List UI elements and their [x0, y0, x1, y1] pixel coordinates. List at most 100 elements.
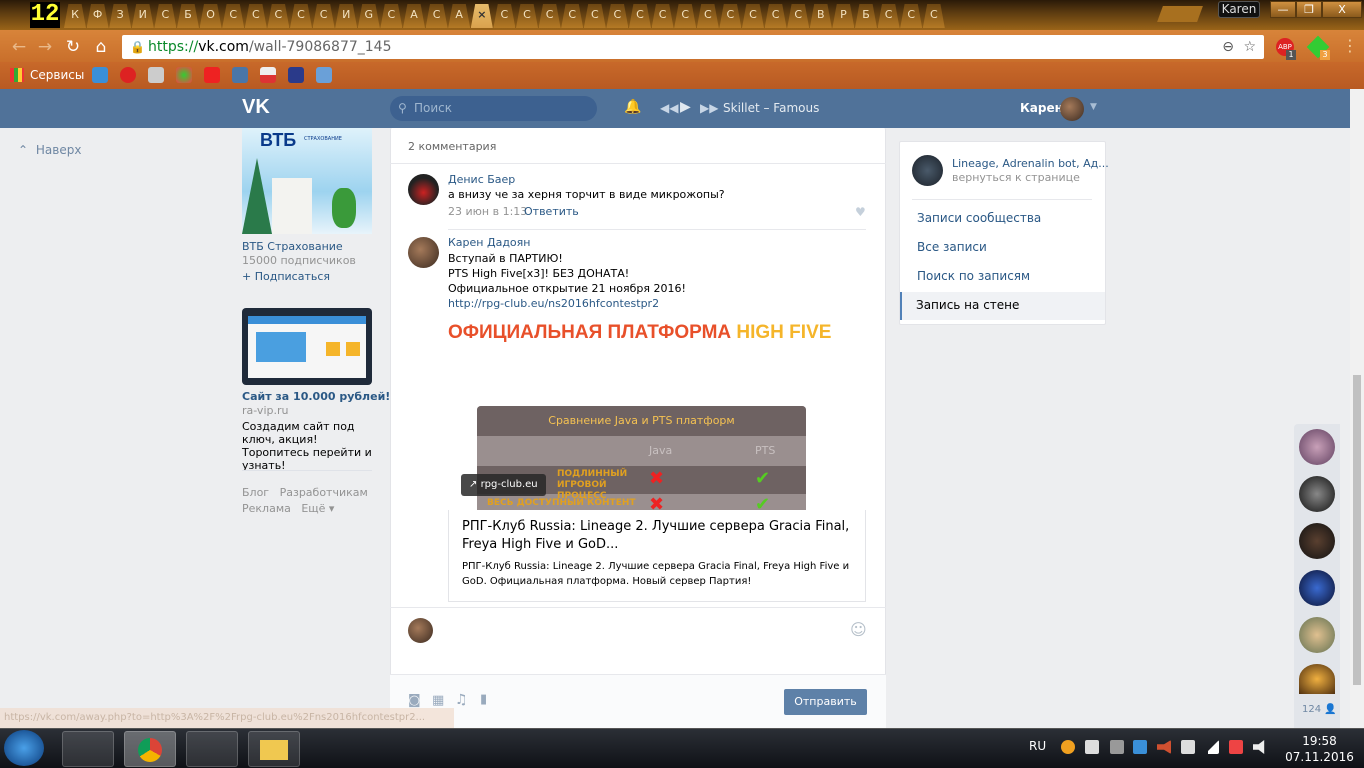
reply-link[interactable]: Ответить [524, 205, 579, 218]
scrollbar[interactable] [1350, 89, 1364, 728]
like-heart-icon[interactable]: ♥ [855, 205, 866, 219]
check-icon: ✔ [755, 468, 771, 489]
zoom-icon[interactable]: ⊖ [1222, 35, 1234, 59]
back-icon[interactable]: ← [8, 36, 30, 58]
bookmark-icon[interactable] [120, 67, 136, 83]
bookmark-mail-icon[interactable] [92, 67, 108, 83]
ad-site-image[interactable] [242, 308, 372, 385]
my-avatar [408, 618, 433, 643]
address-bar[interactable]: 🔒 https://vk.com/wall-79086877_145 ⊖ ☆ [122, 35, 1264, 59]
footer-developers[interactable]: Разработчикам [280, 486, 368, 499]
search-input[interactable]: ⚲ Поиск [390, 96, 597, 121]
bookmark-gmail-icon[interactable] [260, 67, 276, 83]
new-tab-button[interactable] [1157, 6, 1203, 22]
footer-blog[interactable]: Блог [242, 486, 269, 499]
group-avatar[interactable] [912, 155, 943, 186]
back-to-page[interactable]: вернуться к странице [952, 171, 1080, 184]
bookmark-services[interactable]: Сервисы [30, 66, 84, 84]
power-icon[interactable] [1181, 740, 1195, 754]
friends-online-count[interactable]: 124 👤 [1302, 704, 1337, 715]
play-icon[interactable]: ▶ [680, 99, 691, 115]
apps-icon [10, 68, 24, 82]
language-indicator[interactable]: RU [1029, 739, 1046, 753]
prev-track-icon[interactable]: ◀◀ [660, 101, 678, 115]
taskbar-chrome[interactable] [124, 731, 176, 767]
taskbar-monitor[interactable] [186, 731, 238, 767]
tray-icon[interactable] [1061, 740, 1075, 754]
comment-avatar[interactable] [408, 237, 439, 268]
snippet-description: РПГ-Клуб Russia: Lineage 2. Лучшие серве… [462, 561, 850, 587]
ad-vtb-image[interactable]: ВТБ СТРАХОВАНИЕ [242, 128, 372, 234]
home-icon[interactable]: ⌂ [90, 36, 112, 58]
friend-avatar[interactable] [1299, 476, 1335, 512]
bookmark-masks-icon[interactable] [148, 67, 164, 83]
vk-logo[interactable]: VK [242, 96, 270, 119]
menu-search-posts[interactable]: Поиск по записям [917, 269, 1030, 283]
tab-counter: 12 [30, 1, 60, 28]
tray-icon[interactable] [1133, 740, 1147, 754]
bookmark-youtube-icon[interactable] [204, 67, 220, 83]
camera-icon[interactable]: ◙ [408, 693, 421, 708]
bookmark-star-icon[interactable]: ☆ [1243, 35, 1256, 59]
ad-vtb-title[interactable]: ВТБ Страхование [242, 240, 343, 253]
menu-icon[interactable]: ⋮ [1342, 36, 1358, 55]
comment-author[interactable]: Денис Баер [448, 173, 515, 186]
link-snippet[interactable]: РПГ-Клуб Russia: Lineage 2. Лучшие серве… [448, 510, 866, 602]
friend-avatar[interactable] [1299, 429, 1335, 465]
notifications-bell-icon[interactable]: 🔔 [624, 99, 641, 115]
comment-text: Вступай в ПАРТИЮ! PTS High Five[x3]! БЕЗ… [448, 252, 686, 311]
current-track[interactable]: Skillet – Famous [723, 101, 819, 115]
emoji-icon[interactable]: ☺ [850, 620, 867, 639]
footer-ads[interactable]: Реклама [242, 502, 291, 515]
bookmark-dots-icon[interactable] [176, 67, 192, 83]
restore-button[interactable]: ❐ [1296, 1, 1322, 18]
divider [390, 607, 886, 608]
start-button[interactable] [4, 730, 44, 766]
user-name[interactable]: Карен [1020, 101, 1063, 115]
reload-icon[interactable]: ↻ [62, 36, 84, 58]
clock[interactable]: 19:58 07.11.2016 [1282, 733, 1357, 765]
comment-author[interactable]: Карен Дадоян [448, 236, 530, 249]
scrollbar-thumb[interactable] [1353, 375, 1361, 685]
video-icon[interactable]: ▦ [432, 693, 444, 708]
profile-button[interactable]: Karen [1218, 1, 1260, 18]
comment-link[interactable]: http://rpg-club.eu/ns2016hfcontestpr2 [448, 296, 686, 311]
taskbar-notepad[interactable] [62, 731, 114, 767]
link-preview-image[interactable]: ОФИЦИАЛЬНАЯ ПЛАТФОРМА HIGH FIVE Сравнени… [448, 320, 866, 510]
check-icon: ✔ [755, 494, 771, 510]
subscribe-button[interactable]: + Подписаться [242, 270, 330, 283]
bookmark-vk-icon[interactable] [232, 67, 248, 83]
tray-icon[interactable] [1085, 740, 1099, 754]
minimize-button[interactable]: — [1270, 1, 1296, 18]
forward-icon[interactable]: → [34, 36, 56, 58]
folder-icon [260, 740, 288, 760]
bookmark-emblem-icon[interactable] [288, 67, 304, 83]
next-track-icon[interactable]: ▶▶ [700, 101, 718, 115]
menu-community-posts[interactable]: Записи сообщества [917, 211, 1041, 225]
taskbar-explorer[interactable] [248, 731, 300, 767]
music-icon[interactable]: ♫ [455, 692, 468, 708]
action-center-icon[interactable] [1229, 740, 1243, 754]
comment-avatar[interactable] [408, 174, 439, 205]
footer-links: Блог Разработчикам Реклама Ещё ▾ [242, 485, 382, 517]
bookmark-icon[interactable] [316, 67, 332, 83]
back-to-top[interactable]: ⌃ Наверх [18, 143, 81, 157]
ad-site-title[interactable]: Сайт за 10.000 рублей! [242, 390, 390, 403]
document-icon[interactable]: ▮ [480, 692, 487, 707]
friend-avatar[interactable] [1299, 664, 1335, 694]
bluetooth-icon[interactable] [1110, 740, 1124, 754]
comment-input[interactable] [440, 614, 870, 670]
friend-avatar[interactable] [1299, 617, 1335, 653]
group-name[interactable]: Lineage, Adrenalin bot, Ад... [952, 157, 1109, 170]
friend-avatar[interactable] [1299, 523, 1335, 559]
chevron-down-icon[interactable]: ▼ [1090, 102, 1097, 112]
link-domain-badge[interactable]: ↗ rpg-club.eu [461, 474, 546, 496]
footer-more[interactable]: Ещё ▾ [301, 502, 334, 515]
menu-all-posts[interactable]: Все записи [917, 240, 987, 254]
user-avatar[interactable] [1060, 97, 1084, 121]
divider [242, 470, 372, 471]
comment-date[interactable]: 23 июн в 1:13 [448, 205, 527, 218]
send-button[interactable]: Отправить [784, 689, 867, 715]
close-window-button[interactable]: X [1322, 1, 1362, 18]
friend-avatar[interactable] [1299, 570, 1335, 606]
